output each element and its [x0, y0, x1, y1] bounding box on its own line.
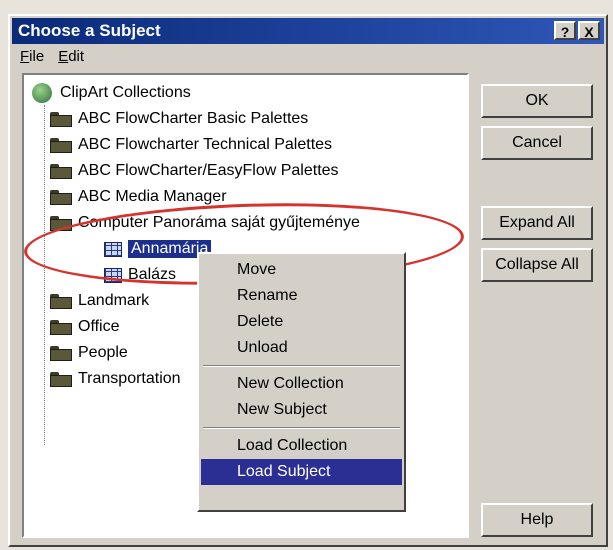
folder-icon: [50, 111, 72, 127]
ctx-move[interactable]: Move: [201, 257, 402, 283]
tree-item-label: ABC FlowCharter/EasyFlow Palettes: [78, 162, 339, 179]
tree-item-expanded[interactable]: Computer Panoráma saját gyűjteménye: [50, 211, 360, 235]
folder-icon: [50, 137, 72, 153]
dialog-title: Choose a Subject: [18, 21, 161, 40]
tree-root[interactable]: ClipArt Collections: [32, 81, 191, 105]
tree-item-label: Office: [78, 318, 120, 335]
ctx-load-collection[interactable]: Load Collection: [201, 433, 402, 459]
tree-item[interactable]: ABC FlowCharter Basic Palettes: [50, 107, 308, 131]
tree-item[interactable]: ABC Flowcharter Technical Palettes: [50, 133, 332, 157]
folder-icon: [50, 345, 72, 361]
expand-all-button[interactable]: Expand All: [481, 206, 593, 240]
ctx-new-collection[interactable]: New Collection: [201, 371, 402, 397]
ctx-load-subject[interactable]: Load Subject: [201, 459, 402, 485]
tree-item-label: People: [78, 344, 128, 361]
tree-item[interactable]: ABC Media Manager: [50, 185, 227, 209]
help-title-button[interactable]: ?: [554, 21, 576, 40]
tree-item-label: Computer Panoráma saját gyűjteménye: [78, 214, 360, 231]
ctx-rename[interactable]: Rename: [201, 283, 402, 309]
open-folder-icon: [50, 215, 72, 231]
tree-item[interactable]: Transportation: [50, 367, 181, 391]
subject-icon: [104, 241, 122, 257]
close-button[interactable]: X: [578, 21, 600, 40]
menu-separator: [203, 365, 400, 367]
tree-item[interactable]: ABC FlowCharter/EasyFlow Palettes: [50, 159, 339, 183]
clipart-collections-icon: [32, 83, 52, 103]
folder-icon: [50, 371, 72, 387]
title-bar: Choose a Subject ? X: [12, 18, 604, 44]
tree-item[interactable]: Landmark: [50, 289, 149, 313]
cancel-button[interactable]: Cancel: [481, 126, 593, 160]
collapse-all-button[interactable]: Collapse All: [481, 248, 593, 282]
tree-item[interactable]: People: [50, 341, 128, 365]
menu-file[interactable]: File: [20, 48, 44, 65]
tree-subitem-selected[interactable]: Annamária: [104, 237, 212, 261]
ctx-new-subject[interactable]: New Subject: [201, 397, 402, 423]
help-button[interactable]: Help: [481, 503, 593, 537]
landmark-icon: [50, 293, 72, 309]
menu-bar: File Edit: [20, 48, 84, 65]
tree-item[interactable]: Office: [50, 315, 120, 339]
menu-edit[interactable]: Edit: [58, 48, 84, 65]
ok-button[interactable]: OK: [481, 84, 593, 118]
tree-item-label: Transportation: [78, 370, 181, 387]
tree-subitem[interactable]: Balázs: [104, 263, 176, 287]
folder-icon: [50, 189, 72, 205]
tree-item-label: ABC FlowCharter Basic Palettes: [78, 110, 309, 127]
ctx-unload[interactable]: Unload: [201, 335, 402, 361]
tree-root-label: ClipArt Collections: [60, 84, 191, 101]
tree-item-label: Balázs: [128, 266, 177, 283]
context-menu: Move Rename Delete Unload New Collection…: [197, 252, 406, 512]
menu-separator: [203, 427, 400, 429]
subject-icon: [104, 267, 122, 283]
folder-icon: [50, 319, 72, 335]
tree-item-label: ABC Media Manager: [78, 188, 227, 205]
tree-item-label: ABC Flowcharter Technical Palettes: [78, 136, 333, 153]
folder-icon: [50, 163, 72, 179]
tree-item-label: Landmark: [78, 292, 150, 309]
ctx-delete[interactable]: Delete: [201, 309, 402, 335]
